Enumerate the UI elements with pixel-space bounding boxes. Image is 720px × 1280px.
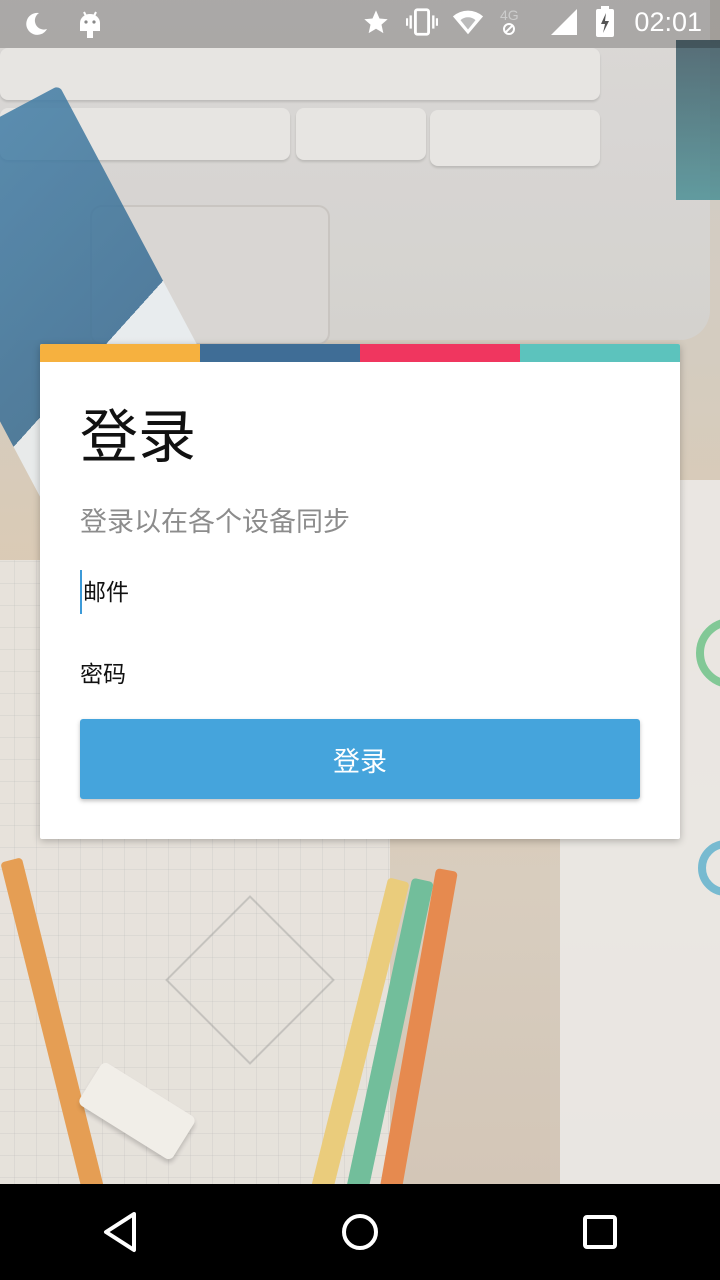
stripe-segment [200,344,360,362]
back-icon [104,1212,136,1252]
color-stripe [40,344,680,362]
recents-icon [583,1215,617,1249]
signal-icon [548,6,580,38]
moon-icon [20,8,52,40]
status-bar: 4G 02:01 [0,0,720,48]
battery-icon [594,6,616,38]
stripe-segment [520,344,680,362]
stripe-segment [40,344,200,362]
page-title: 登录 [80,403,197,471]
page-subtitle: 登录以在各个设备同步 [80,507,350,538]
back-button[interactable] [60,1184,180,1280]
clock: 02:01 [634,6,702,37]
android-icon [74,8,106,40]
network-label: 4G [500,7,519,23]
email-field[interactable] [80,570,640,614]
navigation-bar [0,1184,720,1280]
stripe-segment [360,344,520,362]
star-icon [360,6,392,38]
password-field[interactable] [80,652,640,696]
wifi-icon [452,6,484,38]
recents-button[interactable] [540,1184,660,1280]
vibrate-icon [406,6,439,38]
login-card: 登录 登录以在各个设备同步 登录 [40,344,680,839]
home-icon [342,1214,378,1250]
network-type: 4G [498,6,534,38]
home-button[interactable] [300,1184,420,1280]
login-button[interactable]: 登录 [80,719,640,799]
